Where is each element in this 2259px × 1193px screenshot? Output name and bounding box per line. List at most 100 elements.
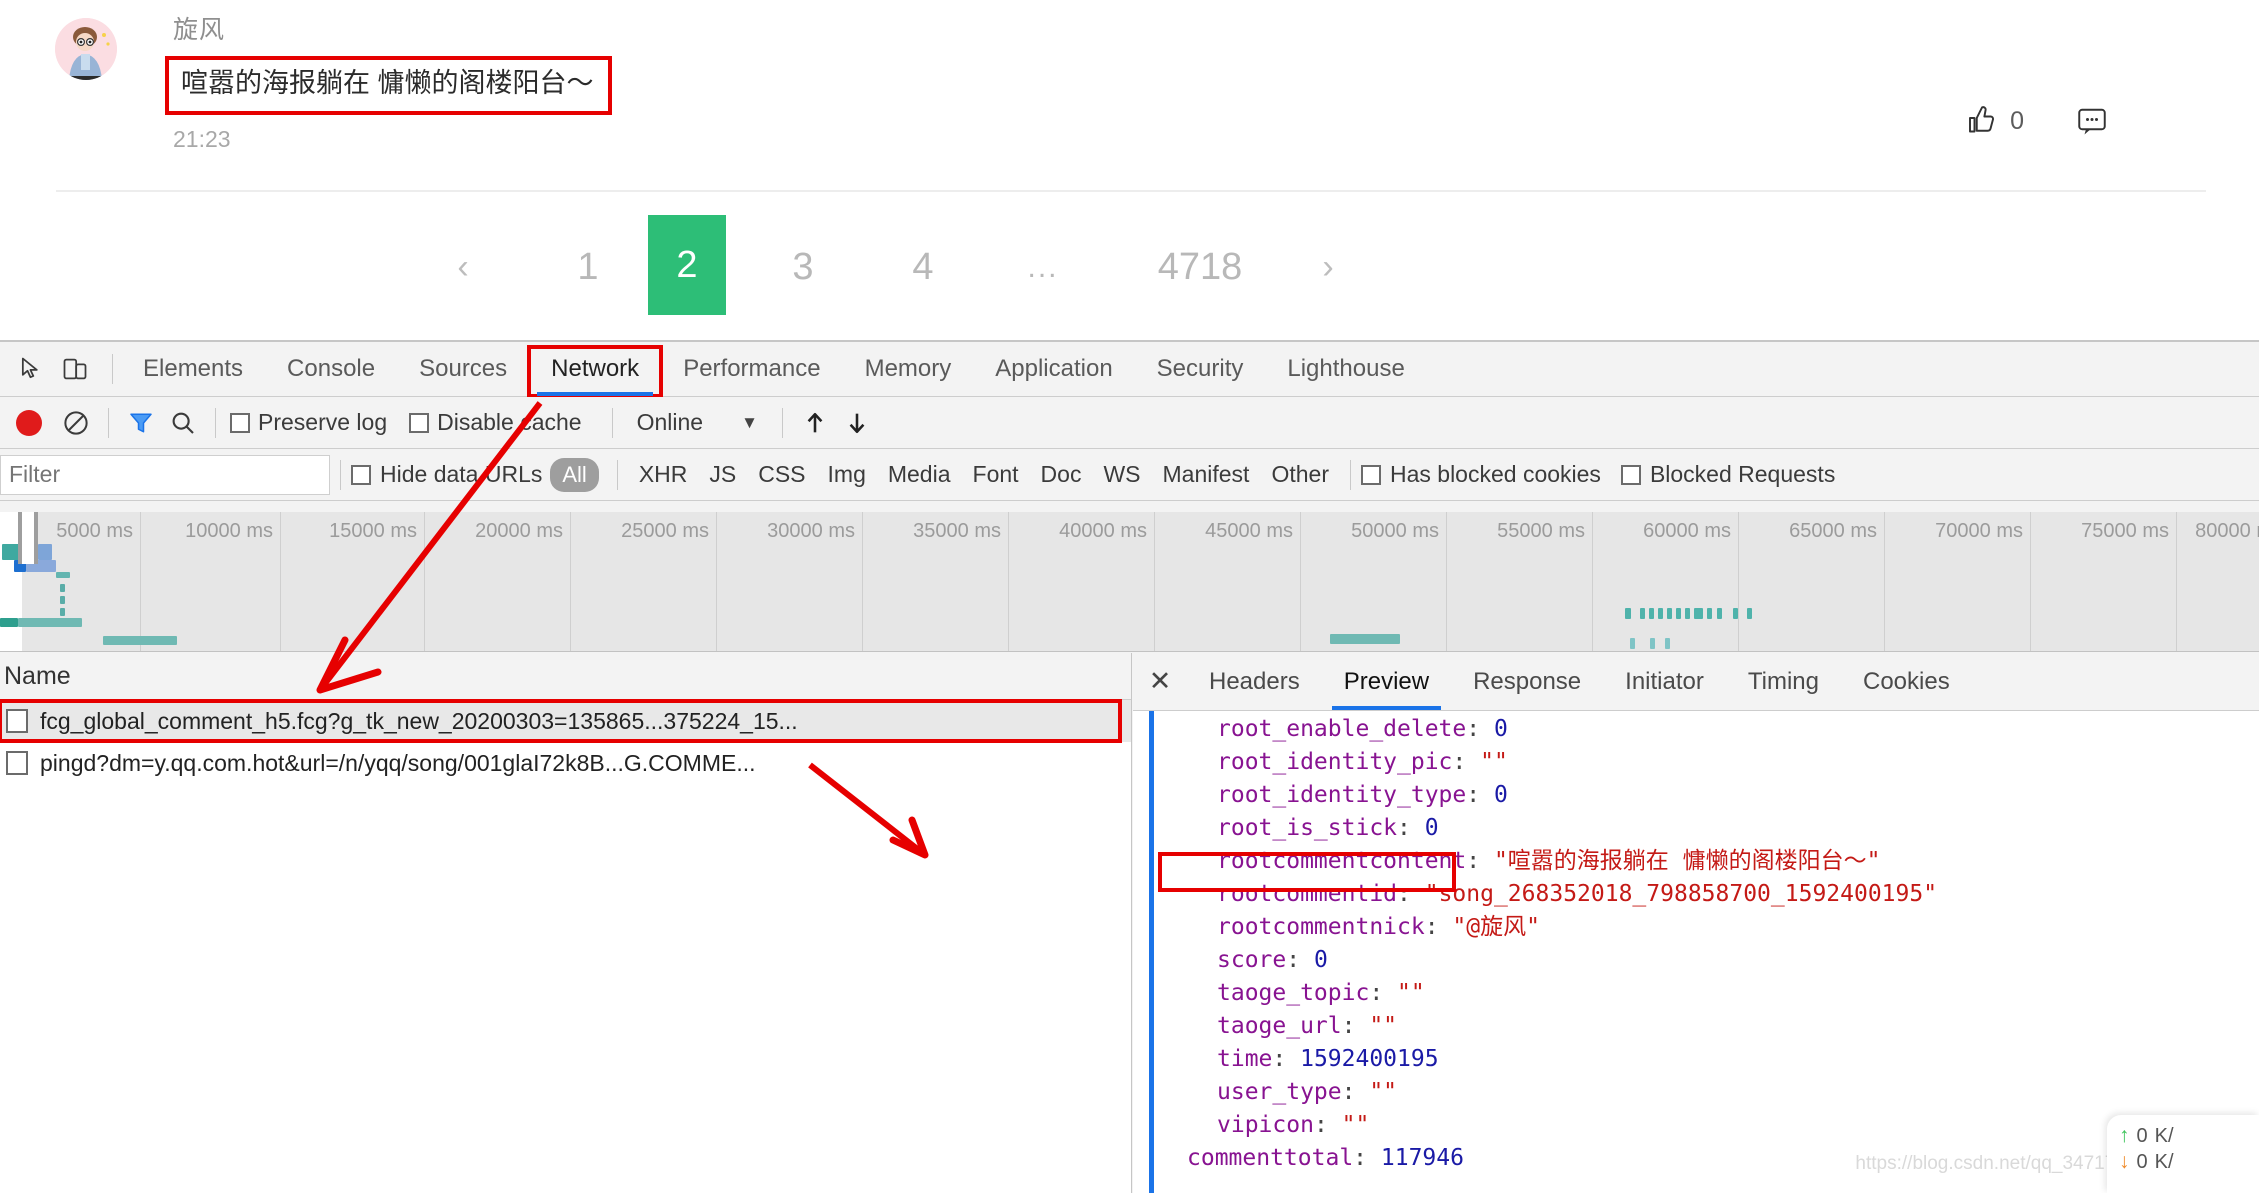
like-button[interactable]: 0	[1964, 103, 2024, 139]
row-checkbox-icon	[6, 751, 28, 775]
inspect-element-icon[interactable]	[14, 352, 48, 386]
json-colon: :	[1466, 782, 1494, 808]
comment-bubble-icon	[2078, 108, 2106, 135]
json-colon: :	[1341, 1013, 1370, 1039]
json-colon: :	[1369, 980, 1398, 1006]
has-blocked-cookies-checkbox[interactable]: Has blocked cookies	[1360, 461, 1601, 488]
export-har-icon[interactable]	[839, 405, 875, 441]
pagination-next[interactable]: ›	[1285, 215, 1371, 320]
tab-console[interactable]: Console	[265, 342, 397, 396]
pagination-page-1[interactable]: 1	[545, 215, 631, 320]
download-speed-row: ↓ 0 K/	[2119, 1149, 2253, 1175]
table-row[interactable]: pingd?dm=y.qq.com.hot&url=/n/yqq/song/00…	[0, 742, 1131, 784]
type-filter-doc[interactable]: Doc	[1041, 461, 1082, 488]
tab-sources[interactable]: Sources	[397, 342, 529, 396]
overview-tick-label: 35000 ms	[913, 520, 1001, 542]
detail-tab-cookies[interactable]: Cookies	[1841, 653, 1972, 710]
throttling-value: Online	[636, 409, 704, 435]
pagination-page-3[interactable]: 3	[760, 215, 846, 320]
json-line-list: root_enable_delete: 0 root_identity_pic: …	[1133, 713, 2259, 1175]
record-stop-icon[interactable]	[16, 409, 42, 436]
json-colon: :	[1452, 749, 1481, 775]
json-line: rootcommentcontent: "喧嚣的海报躺在 慵懒的阁楼阳台～"	[1133, 845, 2259, 878]
avatar[interactable]	[55, 18, 117, 80]
hide-data-urls-checkbox[interactable]: Hide data URLs	[351, 461, 542, 488]
json-value: "song_268352018_798858700_1592400195"	[1424, 881, 1938, 907]
tab-network[interactable]: Network	[527, 342, 664, 398]
pagination-last-page[interactable]: 4718	[1130, 215, 1270, 320]
type-filter-ws[interactable]: WS	[1103, 461, 1140, 488]
devtools-tab-list: Elements Console Sources Network Perform…	[121, 342, 1427, 398]
reply-button[interactable]	[2074, 103, 2110, 139]
tab-security[interactable]: Security	[1135, 342, 1266, 396]
tab-elements[interactable]: Elements	[121, 342, 265, 396]
overview-selection-handle[interactable]	[18, 512, 38, 564]
toolbar-separator	[215, 407, 216, 438]
type-filter-all[interactable]: All	[550, 457, 599, 492]
type-filter-media[interactable]: Media	[888, 461, 951, 488]
detail-tab-timing[interactable]: Timing	[1726, 653, 1841, 710]
detail-tab-initiator[interactable]: Initiator	[1603, 653, 1726, 710]
tab-application[interactable]: Application	[973, 342, 1134, 396]
json-value: ""	[1480, 749, 1508, 775]
json-line: rootcommentid: "song_268352018_798858700…	[1133, 878, 2259, 911]
detail-tab-preview[interactable]: Preview	[1322, 653, 1451, 710]
filter-funnel-icon[interactable]	[123, 405, 159, 441]
type-filter-xhr[interactable]: XHR	[639, 461, 688, 488]
tab-label: Memory	[864, 355, 952, 382]
import-har-icon[interactable]	[797, 405, 833, 441]
type-filter-other[interactable]: Other	[1271, 461, 1329, 488]
json-line: time: 1592400195	[1133, 1043, 2259, 1076]
pagination-page-2[interactable]: 2	[648, 215, 726, 315]
request-name: pingd?dm=y.qq.com.hot&url=/n/yqq/song/00…	[40, 749, 756, 776]
filterbar-separator	[616, 459, 618, 490]
pagination-page-4[interactable]: 4	[880, 215, 966, 320]
watermark-text: https://blog.csdn.net/qq_34717020	[1855, 1153, 2147, 1174]
json-value: 1592400195	[1300, 1046, 1439, 1072]
overview-tick-label: 50000 ms	[1351, 520, 1439, 542]
request-name: fcg_global_comment_h5.fcg?g_tk_new_20200…	[40, 707, 798, 734]
overview-tick-label: 45000 ms	[1205, 520, 1293, 542]
type-filter-img[interactable]: Img	[828, 461, 866, 488]
type-filter-js[interactable]: JS	[709, 461, 736, 488]
type-filter-css[interactable]: CSS	[758, 461, 805, 488]
detail-tab-response[interactable]: Response	[1451, 653, 1603, 710]
throttling-select[interactable]: Online ▼	[637, 409, 758, 436]
json-line: score: 0	[1133, 944, 2259, 977]
type-filter-font[interactable]: Font	[973, 461, 1019, 488]
filterbar-separator	[1349, 459, 1351, 490]
detail-tab-headers[interactable]: Headers	[1187, 653, 1322, 710]
type-filter-manifest[interactable]: Manifest	[1163, 461, 1250, 488]
json-key: root_enable_delete	[1217, 716, 1467, 742]
toolbar-separator	[108, 407, 109, 438]
device-toolbar-icon[interactable]	[58, 352, 92, 386]
preserve-log-checkbox[interactable]: Preserve log	[230, 409, 403, 436]
search-icon[interactable]	[165, 405, 201, 441]
preserve-log-label: Preserve log	[258, 409, 388, 435]
json-line: taoge_topic: ""	[1133, 977, 2259, 1010]
json-key: root_is_stick	[1217, 815, 1398, 841]
close-icon[interactable]: ✕	[1133, 666, 1187, 697]
json-key: rootcommentid	[1217, 881, 1398, 907]
filter-input[interactable]	[0, 454, 330, 495]
checkbox-box	[230, 412, 250, 433]
blocked-requests-checkbox[interactable]: Blocked Requests	[1620, 461, 1835, 488]
json-value: ""	[1397, 980, 1425, 1006]
table-row[interactable]: fcg_global_comment_h5.fcg?g_tk_new_20200…	[0, 699, 1131, 743]
network-request-list: Name fcg_global_comment_h5.fcg?g_tk_new_…	[0, 653, 1132, 1193]
tab-memory[interactable]: Memory	[843, 342, 974, 396]
network-overview-timeline[interactable]: 5000 ms 10000 ms 15000 ms 20000 ms 25000…	[0, 512, 2259, 652]
tab-lighthouse[interactable]: Lighthouse	[1265, 342, 1426, 396]
clear-icon[interactable]	[58, 405, 94, 441]
like-count: 0	[2010, 106, 2024, 135]
json-colon: :	[1341, 1079, 1370, 1105]
json-preview-view[interactable]: root_enable_delete: 0 root_identity_pic: …	[1133, 711, 2259, 1193]
network-speed-widget[interactable]: ↑ 0 K/ ↓ 0 K/	[2107, 1115, 2259, 1193]
disable-cache-checkbox[interactable]: Disable cache	[409, 409, 597, 436]
json-line: root_identity_pic: ""	[1133, 746, 2259, 779]
comment-content-highlight: 喧嚣的海报躺在 慵懒的阁楼阳台～	[165, 56, 612, 116]
devtools-tabbar: Elements Console Sources Network Perform…	[0, 342, 2259, 398]
pagination-prev[interactable]: ‹	[420, 215, 506, 320]
pagination: ‹ 1 2 3 4 ... 4718 ›	[0, 215, 1400, 325]
tab-performance[interactable]: Performance	[661, 342, 842, 396]
